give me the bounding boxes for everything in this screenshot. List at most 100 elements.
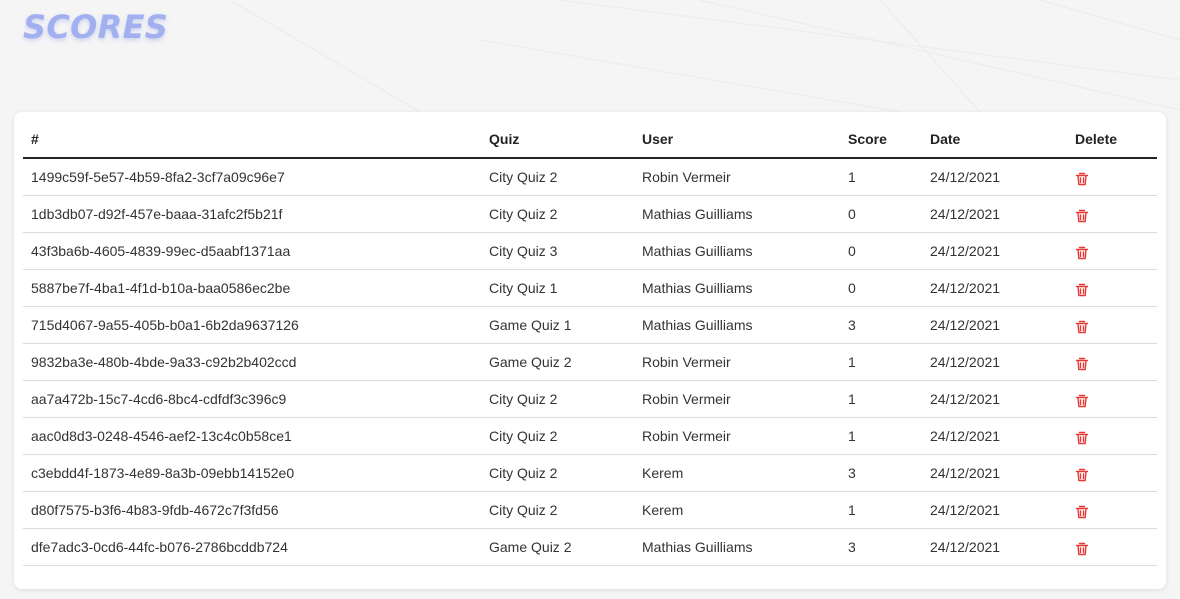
- cell-id: 1db3db07-d92f-457e-baaa-31afc2f5b21f: [23, 195, 481, 233]
- column-header-quiz: Quiz: [481, 120, 634, 159]
- cell-score: 1: [840, 343, 922, 381]
- cell-user: Mathias Guilliams: [634, 232, 840, 270]
- column-header-user: User: [634, 120, 840, 159]
- page: SCORES # Quiz User Score Date Delete 149…: [0, 0, 1180, 599]
- cell-delete: [1067, 232, 1157, 270]
- cell-id: c3ebdd4f-1873-4e89-8a3b-09ebb14152e0: [23, 454, 481, 492]
- cell-date: 24/12/2021: [922, 269, 1067, 307]
- column-header-date: Date: [922, 120, 1067, 159]
- cell-quiz: City Quiz 2: [481, 417, 634, 455]
- cell-quiz: Game Quiz 1: [481, 306, 634, 344]
- cell-date: 24/12/2021: [922, 195, 1067, 233]
- trash-icon[interactable]: [1075, 542, 1089, 556]
- table-row: 715d4067-9a55-405b-b0a1-6b2da9637126 Gam…: [23, 306, 1157, 344]
- cell-delete: [1067, 306, 1157, 344]
- cell-date: 24/12/2021: [922, 306, 1067, 344]
- table-row: aa7a472b-15c7-4cd6-8bc4-cdfdf3c396c9 Cit…: [23, 380, 1157, 418]
- scores-table: # Quiz User Score Date Delete 1499c59f-5…: [23, 120, 1157, 566]
- cell-delete: [1067, 195, 1157, 233]
- trash-icon[interactable]: [1075, 394, 1089, 408]
- cell-delete: [1067, 491, 1157, 529]
- column-header-score: Score: [840, 120, 922, 159]
- cell-date: 24/12/2021: [922, 454, 1067, 492]
- column-header-delete: Delete: [1067, 120, 1157, 159]
- table-header-row: # Quiz User Score Date Delete: [23, 120, 1157, 159]
- cell-user: Robin Vermeir: [634, 380, 840, 418]
- trash-icon[interactable]: [1075, 505, 1089, 519]
- trash-icon[interactable]: [1075, 246, 1089, 260]
- cell-quiz: City Quiz 1: [481, 269, 634, 307]
- table-row: 9832ba3e-480b-4bde-9a33-c92b2b402ccd Gam…: [23, 343, 1157, 381]
- cell-quiz: City Quiz 2: [481, 454, 634, 492]
- table-row: c3ebdd4f-1873-4e89-8a3b-09ebb14152e0 Cit…: [23, 454, 1157, 492]
- cell-score: 1: [840, 491, 922, 529]
- cell-date: 24/12/2021: [922, 380, 1067, 418]
- cell-score: 3: [840, 528, 922, 566]
- trash-icon[interactable]: [1075, 357, 1089, 371]
- cell-date: 24/12/2021: [922, 417, 1067, 455]
- cell-id: 9832ba3e-480b-4bde-9a33-c92b2b402ccd: [23, 343, 481, 381]
- cell-date: 24/12/2021: [922, 491, 1067, 529]
- column-header-id: #: [23, 120, 481, 159]
- cell-date: 24/12/2021: [922, 528, 1067, 566]
- cell-id: aac0d8d3-0248-4546-aef2-13c4c0b58ce1: [23, 417, 481, 455]
- trash-icon[interactable]: [1075, 468, 1089, 482]
- cell-delete: [1067, 269, 1157, 307]
- cell-quiz: Game Quiz 2: [481, 343, 634, 381]
- cell-user: Kerem: [634, 491, 840, 529]
- cell-id: 5887be7f-4ba1-4f1d-b10a-baa0586ec2be: [23, 269, 481, 307]
- scores-card: # Quiz User Score Date Delete 1499c59f-5…: [14, 112, 1166, 589]
- cell-score: 0: [840, 195, 922, 233]
- cell-delete: [1067, 454, 1157, 492]
- cell-quiz: Game Quiz 2: [481, 528, 634, 566]
- table-body: 1499c59f-5e57-4b59-8fa2-3cf7a09c96e7 Cit…: [23, 158, 1157, 566]
- table-row: dfe7adc3-0cd6-44fc-b076-2786bcddb724 Gam…: [23, 528, 1157, 566]
- table-row: aac0d8d3-0248-4546-aef2-13c4c0b58ce1 Cit…: [23, 417, 1157, 455]
- trash-icon[interactable]: [1075, 320, 1089, 334]
- cell-delete: [1067, 528, 1157, 566]
- cell-delete: [1067, 343, 1157, 381]
- cell-quiz: City Quiz 2: [481, 195, 634, 233]
- cell-delete: [1067, 380, 1157, 418]
- table-row: 5887be7f-4ba1-4f1d-b10a-baa0586ec2be Cit…: [23, 269, 1157, 307]
- cell-quiz: City Quiz 2: [481, 158, 634, 196]
- cell-id: aa7a472b-15c7-4cd6-8bc4-cdfdf3c396c9: [23, 380, 481, 418]
- cell-id: d80f7575-b3f6-4b83-9fdb-4672c7f3fd56: [23, 491, 481, 529]
- cell-quiz: City Quiz 2: [481, 380, 634, 418]
- cell-user: Mathias Guilliams: [634, 195, 840, 233]
- cell-user: Kerem: [634, 454, 840, 492]
- cell-date: 24/12/2021: [922, 343, 1067, 381]
- trash-icon[interactable]: [1075, 431, 1089, 445]
- cell-user: Mathias Guilliams: [634, 528, 840, 566]
- cell-id: 715d4067-9a55-405b-b0a1-6b2da9637126: [23, 306, 481, 344]
- trash-icon[interactable]: [1075, 209, 1089, 223]
- cell-user: Robin Vermeir: [634, 343, 840, 381]
- trash-icon[interactable]: [1075, 172, 1089, 186]
- trash-icon[interactable]: [1075, 283, 1089, 297]
- cell-quiz: City Quiz 3: [481, 232, 634, 270]
- cell-date: 24/12/2021: [922, 158, 1067, 196]
- cell-user: Robin Vermeir: [634, 158, 840, 196]
- cell-delete: [1067, 158, 1157, 196]
- cell-quiz: City Quiz 2: [481, 491, 634, 529]
- table-row: 1db3db07-d92f-457e-baaa-31afc2f5b21f Cit…: [23, 195, 1157, 233]
- cell-score: 0: [840, 232, 922, 270]
- table-row: d80f7575-b3f6-4b83-9fdb-4672c7f3fd56 Cit…: [23, 491, 1157, 529]
- cell-id: dfe7adc3-0cd6-44fc-b076-2786bcddb724: [23, 528, 481, 566]
- cell-delete: [1067, 417, 1157, 455]
- cell-score: 3: [840, 306, 922, 344]
- cell-score: 0: [840, 269, 922, 307]
- cell-user: Robin Vermeir: [634, 417, 840, 455]
- cell-id: 43f3ba6b-4605-4839-99ec-d5aabf1371aa: [23, 232, 481, 270]
- cell-user: Mathias Guilliams: [634, 269, 840, 307]
- cell-user: Mathias Guilliams: [634, 306, 840, 344]
- table-row: 1499c59f-5e57-4b59-8fa2-3cf7a09c96e7 Cit…: [23, 158, 1157, 196]
- table-row: 43f3ba6b-4605-4839-99ec-d5aabf1371aa Cit…: [23, 232, 1157, 270]
- cell-date: 24/12/2021: [922, 232, 1067, 270]
- cell-score: 1: [840, 158, 922, 196]
- cell-score: 1: [840, 380, 922, 418]
- page-title: SCORES: [23, 8, 169, 46]
- cell-score: 1: [840, 417, 922, 455]
- cell-score: 3: [840, 454, 922, 492]
- cell-id: 1499c59f-5e57-4b59-8fa2-3cf7a09c96e7: [23, 158, 481, 196]
